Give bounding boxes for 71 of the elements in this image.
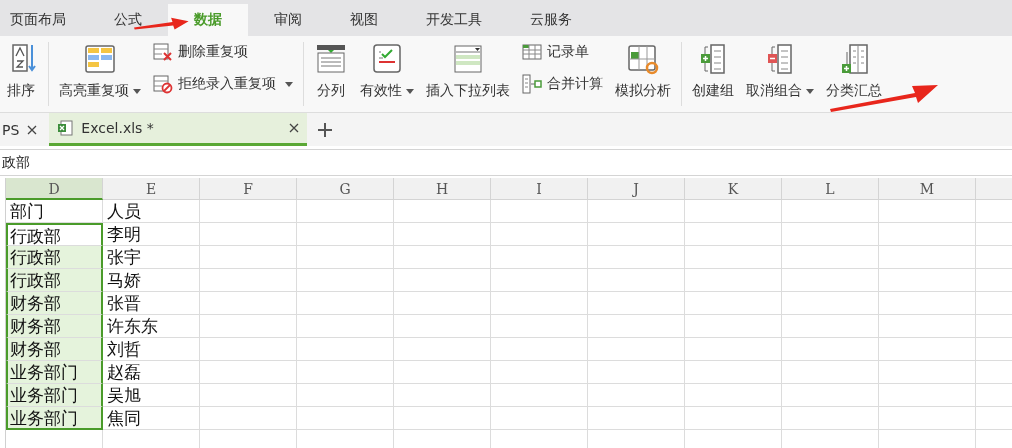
ribbon-button[interactable]: 有效性 xyxy=(356,42,418,100)
close-icon[interactable] xyxy=(289,123,300,133)
ribbon-tab[interactable]: 开发工具 xyxy=(422,4,486,36)
column-header[interactable]: G xyxy=(297,178,394,200)
table-cell: 吴旭 xyxy=(103,384,200,407)
document-tab-label: PS xyxy=(2,121,20,138)
ribbon-tab[interactable]: 审阅 xyxy=(270,4,306,36)
dropdown-list-icon xyxy=(451,42,485,76)
ribbon-button[interactable]: 取消组合 xyxy=(742,42,818,100)
ribbon-tab[interactable]: 视图 xyxy=(346,4,382,36)
column-header[interactable]: I xyxy=(491,178,588,200)
merge-icon xyxy=(522,74,542,94)
formula-bar[interactable]: 政部 xyxy=(0,149,1012,176)
ribbon-button[interactable]: 排序 xyxy=(0,42,42,100)
table-cell: 财务部 xyxy=(6,315,103,338)
table-cell: 李明 xyxy=(103,223,200,246)
column-header[interactable]: L xyxy=(782,178,879,200)
table-cell: 刘哲 xyxy=(103,338,200,361)
ribbon-button[interactable]: 分类汇总 xyxy=(822,42,886,100)
ribbon-button[interactable]: 删除重复项 xyxy=(149,42,297,62)
table-cell: 行政部 xyxy=(6,246,103,269)
ribbon-button[interactable]: 拒绝录入重复项 xyxy=(149,74,297,94)
table-cell: 赵磊 xyxy=(103,361,200,384)
checklist-icon xyxy=(370,42,404,76)
column-header[interactable]: F xyxy=(200,178,297,200)
table-cell: 张晋 xyxy=(103,292,200,315)
spreadsheet-file-icon xyxy=(57,120,74,136)
table-cell: 业务部门 xyxy=(6,361,103,384)
ribbon-button[interactable]: 模拟分析 xyxy=(611,42,675,100)
table-cell: 财务部 xyxy=(6,292,103,315)
ribbon-button[interactable]: 合并计算 xyxy=(518,74,607,94)
table-cell: 业务部门 xyxy=(6,384,103,407)
column-header[interactable]: M xyxy=(879,178,976,200)
ribbon-button[interactable]: 记录单 xyxy=(518,42,607,62)
ribbon-tab[interactable]: 公式 xyxy=(110,4,146,36)
table-cell: 财务部 xyxy=(6,338,103,361)
delete-table-icon xyxy=(153,42,173,62)
form-icon xyxy=(522,42,542,62)
ribbon-button[interactable]: 插入下拉列表 xyxy=(422,42,514,100)
caret-icon xyxy=(406,88,414,94)
table-cell: 行政部 xyxy=(6,223,103,246)
ribbon-button[interactable]: 分列 xyxy=(310,42,352,100)
formula-text: 政部 xyxy=(2,153,30,172)
column-header[interactable]: H xyxy=(394,178,491,200)
caret-icon xyxy=(806,88,814,94)
document-tab-label: Excel.xls * xyxy=(81,120,155,136)
column-header[interactable]: E xyxy=(103,178,200,200)
close-icon[interactable] xyxy=(27,124,38,135)
table-cell: 马娇 xyxy=(103,269,200,292)
table-cell: 张宇 xyxy=(103,246,200,269)
table-cell: 行政部 xyxy=(6,269,103,292)
table-cell: 焦同 xyxy=(103,407,200,430)
column-header[interactable]: K xyxy=(685,178,782,200)
ribbon-button[interactable]: 高亮重复项 xyxy=(55,42,145,100)
ribbon-button[interactable]: 创建组 xyxy=(688,42,738,100)
column-header[interactable]: D xyxy=(6,178,103,200)
document-tab[interactable]: Excel.xls * xyxy=(49,113,308,146)
table-icon xyxy=(83,42,117,76)
forbidden-table-icon xyxy=(153,74,173,94)
table-cell: 业务部门 xyxy=(6,407,103,430)
column-header[interactable]: J xyxy=(588,178,685,200)
table-cell: 人员 xyxy=(103,200,200,223)
columns-split-icon xyxy=(314,42,348,76)
new-tab-icon[interactable] xyxy=(317,121,334,138)
table-cell: 许东东 xyxy=(103,315,200,338)
ribbon-tab[interactable]: 页面布局 xyxy=(6,4,70,36)
document-tab[interactable]: PS xyxy=(0,113,50,146)
caret-icon xyxy=(285,81,293,87)
question-table-icon xyxy=(626,42,660,76)
caret-icon xyxy=(133,88,141,94)
ribbon-tab[interactable]: 云服务 xyxy=(526,4,576,36)
